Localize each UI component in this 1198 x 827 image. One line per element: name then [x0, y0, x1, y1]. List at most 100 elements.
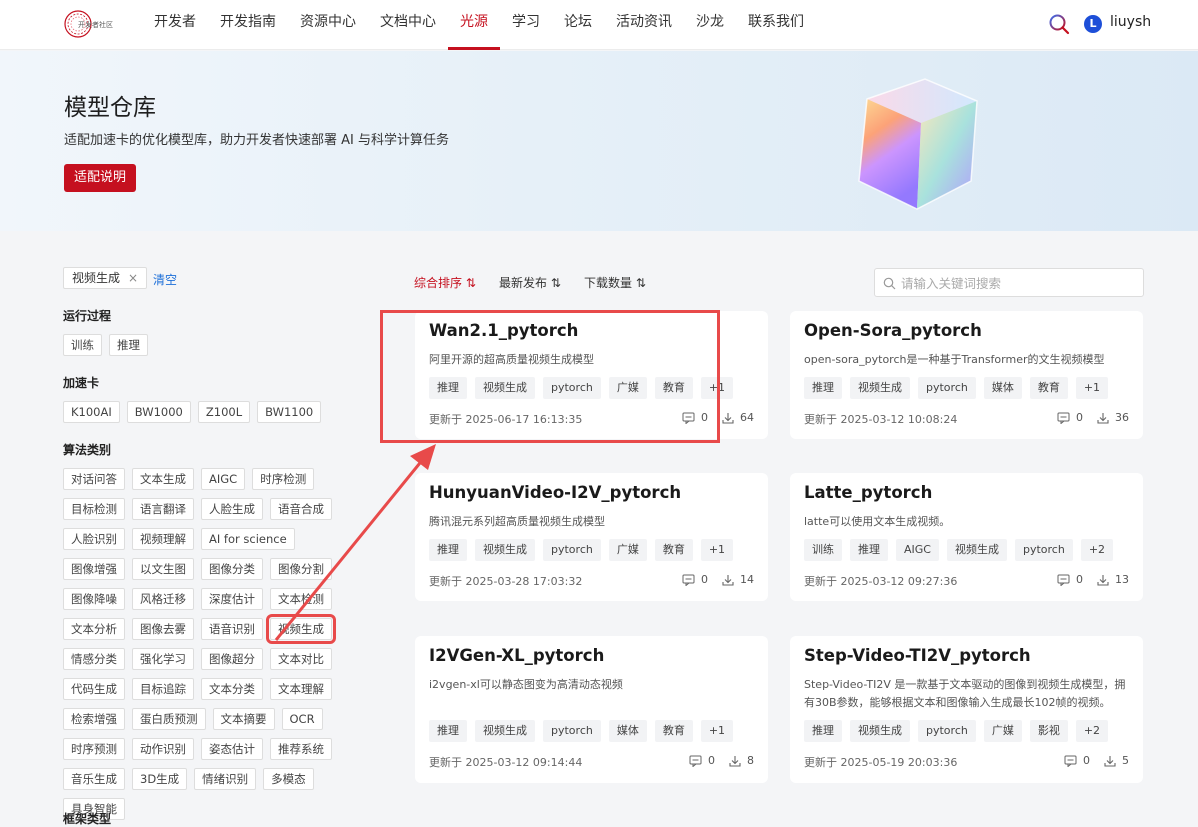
- filter-chip[interactable]: BW1100: [257, 401, 322, 423]
- nav-item-developer[interactable]: 开发者: [142, 0, 208, 50]
- nav-item-events[interactable]: 活动资讯: [604, 0, 684, 50]
- filter-chip[interactable]: 3D生成: [132, 768, 188, 790]
- username[interactable]: liuysh: [1110, 14, 1151, 30]
- model-title[interactable]: Latte_pytorch: [804, 483, 932, 502]
- filter-chip[interactable]: 蛋白质预测: [132, 708, 206, 730]
- model-title[interactable]: HunyuanVideo-I2V_pytorch: [429, 483, 681, 502]
- model-tag: 广媒: [608, 377, 647, 399]
- filter-chip[interactable]: 图像去雾: [132, 618, 194, 640]
- filter-chip[interactable]: 文本摘要: [212, 708, 275, 730]
- filter-chip[interactable]: 情感分类: [63, 648, 125, 670]
- filter-chip[interactable]: 强化学习: [132, 648, 194, 670]
- filter-chip[interactable]: 风格迁移: [132, 588, 194, 610]
- model-title[interactable]: Open-Sora_pytorch: [804, 321, 982, 340]
- model-card[interactable]: Wan2.1_pytorch 阿里开源的超高质量视频生成模型 推理 视频生成 pyt…: [415, 311, 768, 439]
- filter-chip[interactable]: 训练: [63, 334, 102, 356]
- download-icon: [1097, 574, 1109, 586]
- filter-chip[interactable]: 图像增强: [63, 558, 125, 580]
- filter-chip[interactable]: OCR: [281, 708, 323, 730]
- model-card[interactable]: Open-Sora_pytorch open-sora_pytorch是一种基于…: [790, 311, 1143, 439]
- filter-chip[interactable]: K100AI: [63, 401, 120, 423]
- model-tag: pytorch: [543, 720, 601, 742]
- model-tag: 推理: [429, 539, 467, 561]
- sort-downloads[interactable]: 下载数量 ⇅: [584, 274, 646, 291]
- selected-filter-tag[interactable]: 视频生成 ×: [63, 267, 148, 289]
- model-card[interactable]: Step-Video-TI2V_pytorch Step-Video-TI2V …: [790, 636, 1143, 783]
- filter-chip[interactable]: 图像超分: [201, 648, 263, 670]
- filter-chip[interactable]: 人脸生成: [201, 498, 263, 520]
- nav-item-contact[interactable]: 联系我们: [736, 0, 816, 50]
- filter-chip[interactable]: BW1000: [126, 401, 191, 423]
- filter-chip[interactable]: 姿态估计: [201, 738, 263, 760]
- model-tag: 视频生成: [946, 539, 1007, 561]
- filter-chip[interactable]: 文本检测: [270, 588, 332, 610]
- filter-chip[interactable]: 文本对比: [270, 648, 332, 670]
- clear-filters-link[interactable]: 清空: [153, 271, 177, 288]
- download-icon: [729, 755, 741, 767]
- nav-item-docs[interactable]: 文档中心: [368, 0, 448, 50]
- filter-chip[interactable]: 图像降噪: [63, 588, 125, 610]
- filter-chip[interactable]: 对话问答: [63, 468, 125, 490]
- nav-item-dev-guide[interactable]: 开发指南: [208, 0, 288, 50]
- nav-item-resources[interactable]: 资源中心: [288, 0, 368, 50]
- sort-comprehensive[interactable]: 综合排序 ⇅: [414, 274, 476, 291]
- filter-chip[interactable]: AI for science: [201, 528, 295, 550]
- filter-chip[interactable]: 语音识别: [201, 618, 263, 640]
- filter-chip[interactable]: 以文生图: [132, 558, 194, 580]
- filter-chip[interactable]: 视频理解: [132, 528, 194, 550]
- model-tags: 推理 视频生成 pytorch 媒体 教育 +1: [804, 377, 1109, 399]
- filter-chip[interactable]: Z100L: [197, 401, 251, 423]
- model-tags: 推理 视频生成 pytorch 广媒 影视 +2: [804, 720, 1109, 742]
- filter-chip[interactable]: 音乐生成: [63, 768, 125, 790]
- filter-chip[interactable]: 情绪识别: [194, 768, 257, 790]
- filter-chip[interactable]: 多模态: [263, 768, 314, 790]
- model-title[interactable]: I2VGen-XL_pytorch: [429, 646, 604, 665]
- model-card[interactable]: HunyuanVideo-I2V_pytorch 腾讯混元系列超高质量视频生成模…: [415, 473, 768, 601]
- logo-text: 开发者社区: [78, 21, 113, 29]
- model-card[interactable]: I2VGen-XL_pytorch i2vgen-xl可以静态图变为高清动态视频…: [415, 636, 768, 783]
- filter-chip[interactable]: 动作识别: [132, 738, 194, 760]
- filter-chip[interactable]: 图像分类: [201, 558, 263, 580]
- filter-chip[interactable]: 图像分割: [270, 558, 332, 580]
- sort-latest[interactable]: 最新发布 ⇅: [499, 274, 561, 291]
- nav-item-forum[interactable]: 论坛: [552, 0, 604, 50]
- filter-chip[interactable]: 目标检测: [63, 498, 125, 520]
- filter-chip[interactable]: 时序检测: [252, 468, 315, 490]
- avatar[interactable]: L: [1084, 15, 1102, 33]
- filter-chip[interactable]: 检索增强: [63, 708, 125, 730]
- model-tag: 媒体: [608, 720, 647, 742]
- close-icon[interactable]: ×: [128, 268, 138, 288]
- filter-chip[interactable]: 推荐系统: [270, 738, 332, 760]
- model-title[interactable]: Step-Video-TI2V_pytorch: [804, 646, 1031, 665]
- filter-chip[interactable]: 文本生成: [132, 468, 194, 490]
- filter-chip[interactable]: 文本理解: [270, 678, 332, 700]
- keyword-search-input[interactable]: [901, 273, 1137, 293]
- nav-item-salon[interactable]: 沙龙: [684, 0, 736, 50]
- filter-chip[interactable]: 文本分析: [63, 618, 125, 640]
- model-card[interactable]: Latte_pytorch latte可以使用文本生成视频。 训练 推理 AIGC 视…: [790, 473, 1143, 601]
- site-logo[interactable]: 开发者社区: [62, 7, 118, 41]
- filter-chip[interactable]: 语音合成: [270, 498, 332, 520]
- filter-chip[interactable]: 推理: [109, 334, 148, 356]
- model-title[interactable]: Wan2.1_pytorch: [429, 321, 578, 340]
- filter-chip[interactable]: 目标追踪: [132, 678, 194, 700]
- model-description: latte可以使用文本生成视频。: [804, 515, 951, 528]
- comment-count-value: 0: [708, 754, 715, 767]
- filter-chip[interactable]: 语言翻译: [132, 498, 194, 520]
- filter-chip[interactable]: 文本分类: [201, 678, 263, 700]
- filter-chip[interactable]: 视频生成: [266, 614, 336, 644]
- comment-count-value: 0: [1076, 573, 1083, 586]
- filter-chip[interactable]: 人脸识别: [63, 528, 125, 550]
- nav-item-learning[interactable]: 学习: [500, 0, 552, 50]
- model-tag: 推理: [804, 720, 842, 742]
- download-count-value: 64: [740, 411, 754, 424]
- search-icon[interactable]: [1048, 13, 1070, 35]
- filter-chip[interactable]: AIGC: [201, 468, 246, 490]
- filter-chip[interactable]: 深度估计: [201, 588, 263, 610]
- nav-item-guangyuan[interactable]: 光源: [448, 0, 500, 50]
- adaptation-info-button[interactable]: 适配说明: [64, 164, 136, 192]
- comment-count-value: 0: [1083, 754, 1090, 767]
- model-tag: 推理: [429, 720, 467, 742]
- filter-chip[interactable]: 时序预测: [63, 738, 125, 760]
- filter-chip[interactable]: 代码生成: [63, 678, 125, 700]
